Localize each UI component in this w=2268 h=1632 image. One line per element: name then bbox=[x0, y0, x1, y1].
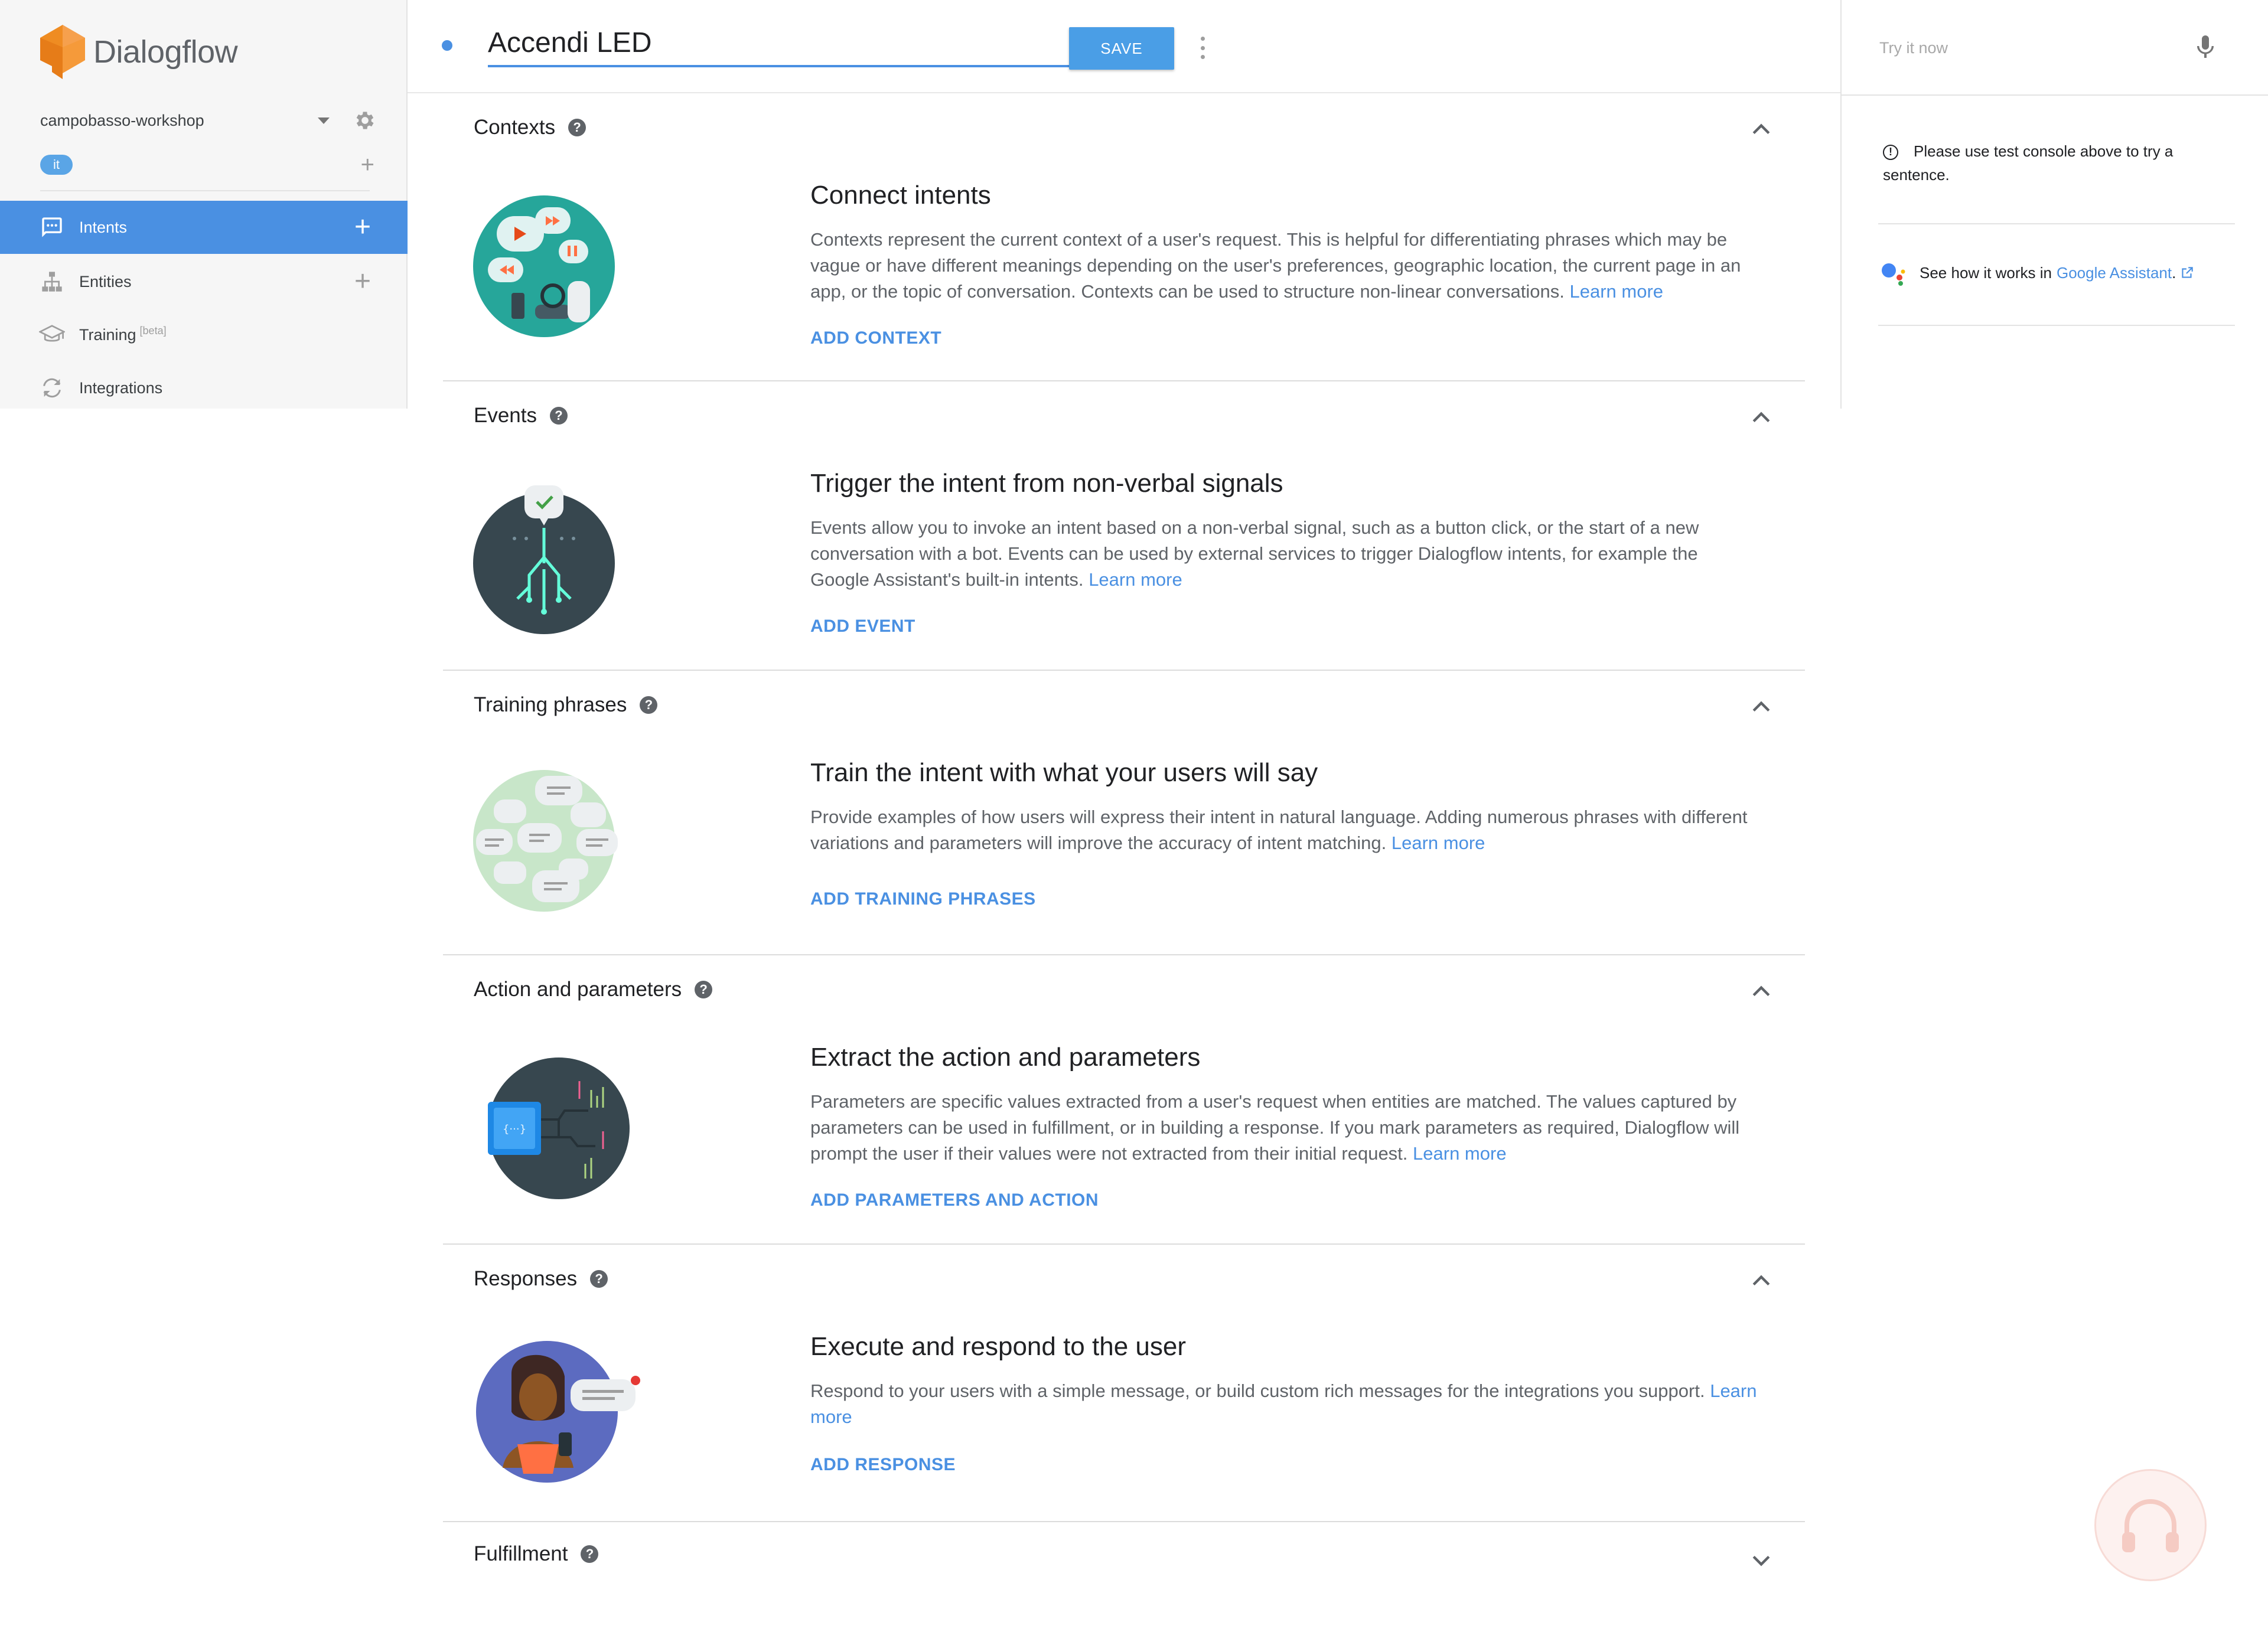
dialogflow-logo-icon bbox=[40, 25, 85, 79]
ga-prefix-text: See how it works in bbox=[1920, 263, 2052, 282]
section-description: Respond to your users with a simple mess… bbox=[810, 1380, 1757, 1427]
section-heading: Train the intent with what your users wi… bbox=[810, 758, 1318, 787]
help-icon[interactable]: ? bbox=[695, 981, 713, 998]
section-heading: Execute and respond to the user bbox=[810, 1332, 1186, 1361]
learn-more-link[interactable]: Learn more bbox=[1089, 569, 1182, 590]
svg-text:{···}: {···} bbox=[503, 1123, 526, 1135]
brand-name: Dialogflow bbox=[93, 34, 238, 70]
training-phrases-illustration bbox=[473, 770, 618, 912]
training-phrases-section: Training phrases? Train the intent with … bbox=[443, 671, 1805, 955]
dropdown-caret-icon[interactable] bbox=[318, 117, 330, 124]
events-illustration bbox=[473, 485, 615, 634]
add-language-icon[interactable]: + bbox=[361, 153, 374, 177]
hierarchy-icon bbox=[39, 269, 65, 295]
save-button[interactable]: SAVE bbox=[1069, 27, 1174, 70]
section-description: Contexts represent the current context o… bbox=[810, 229, 1741, 302]
section-description: Parameters are specific values extracted… bbox=[810, 1091, 1740, 1164]
language-chip[interactable]: it bbox=[40, 155, 73, 175]
info-icon: ! bbox=[1883, 145, 1898, 161]
microphone-icon[interactable] bbox=[2191, 33, 2220, 61]
google-assistant-icon bbox=[1882, 263, 1905, 286]
google-assistant-row: See how it works in Google Assistant. bbox=[1881, 260, 2235, 286]
responses-illustration bbox=[476, 1341, 640, 1483]
section-heading: Connect intents bbox=[810, 181, 991, 210]
try-it-row bbox=[1842, 0, 2268, 96]
add-parameters-action-button[interactable]: ADD PARAMETERS AND ACTION bbox=[810, 1190, 1099, 1210]
sidebar-item-label: Training [beta] bbox=[79, 324, 167, 344]
intent-header: SAVE bbox=[408, 0, 1840, 93]
chat-bubble-icon bbox=[39, 214, 65, 240]
sidebar-item-training[interactable]: Training [beta] bbox=[0, 308, 408, 361]
sidebar-item-intents[interactable]: Intents + bbox=[0, 201, 408, 254]
help-icon[interactable]: ? bbox=[590, 1270, 608, 1288]
learn-more-link[interactable]: Learn more bbox=[1413, 1143, 1507, 1164]
add-context-button[interactable]: ADD CONTEXT bbox=[810, 328, 941, 348]
intent-name-input[interactable] bbox=[488, 24, 1129, 67]
section-title[interactable]: Responses? bbox=[474, 1267, 608, 1291]
more-options-icon[interactable] bbox=[1197, 33, 1208, 63]
help-icon[interactable]: ? bbox=[550, 407, 568, 425]
gear-icon[interactable] bbox=[353, 109, 377, 132]
section-title[interactable]: Action and parameters? bbox=[474, 978, 713, 1001]
section-title[interactable]: Contexts? bbox=[474, 116, 586, 139]
chevron-up-icon[interactable] bbox=[1748, 405, 1774, 431]
sidebar-item-integrations[interactable]: Integrations bbox=[0, 361, 408, 414]
sidebar: Dialogflow campobasso-workshop it + Inte… bbox=[0, 0, 408, 409]
section-description: Events allow you to invoke an intent bas… bbox=[810, 517, 1699, 590]
google-assistant-link[interactable]: Google Assistant bbox=[2057, 264, 2172, 282]
try-it-input[interactable] bbox=[1878, 33, 2176, 63]
chevron-up-icon[interactable] bbox=[1748, 694, 1774, 720]
divider bbox=[1878, 223, 2235, 224]
chevron-up-icon[interactable] bbox=[1748, 979, 1774, 1005]
responses-section: Responses? Execute and respond to the us… bbox=[443, 1245, 1805, 1522]
contexts-illustration bbox=[473, 195, 615, 337]
events-section: Events? Trigger the intent from non-verb… bbox=[443, 381, 1805, 671]
brand-logo[interactable]: Dialogflow bbox=[40, 24, 238, 80]
beta-badge: [beta] bbox=[139, 324, 167, 337]
section-title[interactable]: Events? bbox=[474, 404, 568, 427]
agent-selector[interactable]: campobasso-workshop bbox=[40, 106, 377, 135]
graduation-cap-icon bbox=[39, 322, 65, 348]
divider bbox=[40, 190, 370, 191]
help-icon[interactable]: ? bbox=[581, 1545, 599, 1563]
agent-name: campobasso-workshop bbox=[40, 111, 204, 129]
chevron-up-icon[interactable] bbox=[1748, 1268, 1774, 1294]
fulfillment-section: Fulfillment? bbox=[443, 1522, 1805, 1632]
contexts-section: Contexts? Connect intents Contexts repre… bbox=[443, 93, 1805, 381]
sidebar-item-label: Entities bbox=[79, 272, 132, 291]
console-info-message: ! Please use test console above to try a … bbox=[1883, 142, 2174, 184]
action-parameters-section: Action and parameters? {···} Extract the… bbox=[443, 955, 1805, 1245]
ga-suffix: . bbox=[2172, 263, 2176, 282]
add-event-button[interactable]: ADD EVENT bbox=[810, 616, 915, 637]
sidebar-item-entities[interactable]: Entities + bbox=[0, 255, 408, 308]
floating-help-button[interactable] bbox=[2094, 1469, 2207, 1581]
sync-icon bbox=[39, 375, 65, 401]
language-row: it + bbox=[40, 150, 377, 179]
add-response-button[interactable]: ADD RESPONSE bbox=[810, 1455, 956, 1475]
test-console: !Please use test console above to try a … bbox=[1840, 0, 2268, 409]
section-description: Provide examples of how users will expre… bbox=[810, 807, 1748, 853]
add-training-phrases-button[interactable]: ADD TRAINING PHRASES bbox=[810, 889, 1036, 909]
add-entity-icon[interactable]: + bbox=[354, 267, 371, 296]
add-intent-icon[interactable]: + bbox=[354, 213, 371, 241]
chevron-up-icon[interactable] bbox=[1748, 117, 1774, 143]
help-icon[interactable]: ? bbox=[640, 696, 658, 714]
action-parameters-illustration: {···} bbox=[488, 1057, 630, 1199]
section-title[interactable]: Fulfillment? bbox=[474, 1542, 599, 1566]
unsaved-indicator-dot bbox=[442, 40, 452, 51]
sidebar-item-label: Integrations bbox=[79, 378, 163, 397]
section-heading: Extract the action and parameters bbox=[810, 1043, 1201, 1072]
chevron-down-icon[interactable] bbox=[1748, 1547, 1774, 1573]
external-link-icon[interactable] bbox=[2179, 265, 2195, 280]
section-title[interactable]: Training phrases? bbox=[474, 693, 658, 717]
learn-more-link[interactable]: Learn more bbox=[1570, 281, 1664, 302]
section-heading: Trigger the intent from non-verbal signa… bbox=[810, 469, 1283, 498]
learn-more-link[interactable]: Learn more bbox=[1392, 833, 1485, 853]
divider bbox=[1878, 325, 2235, 326]
sidebar-item-label: Intents bbox=[79, 218, 128, 236]
help-icon[interactable]: ? bbox=[568, 119, 586, 136]
headset-icon bbox=[2122, 1499, 2179, 1552]
